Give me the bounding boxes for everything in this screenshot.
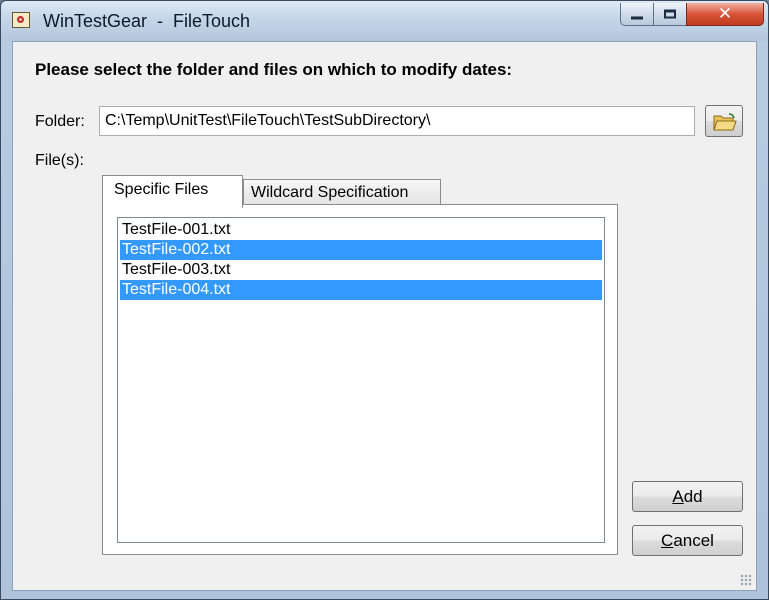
cancel-button[interactable]: Cancel bbox=[632, 525, 743, 556]
window-title: WinTestGear - FileTouch bbox=[43, 11, 251, 31]
tab-wildcard-specification[interactable]: Wildcard Specification bbox=[243, 179, 441, 205]
resize-grip[interactable] bbox=[740, 574, 752, 586]
close-icon: ✕ bbox=[717, 4, 733, 24]
add-button[interactable]: Add bbox=[632, 481, 743, 512]
browse-folder-button[interactable] bbox=[705, 105, 743, 137]
dialog-body: Please select the folder and files on wh… bbox=[12, 41, 757, 591]
minimize-icon bbox=[631, 16, 643, 20]
open-folder-icon bbox=[713, 113, 737, 131]
dialog-heading: Please select the folder and files on wh… bbox=[35, 60, 513, 79]
list-item[interactable]: TestFile-003.txt bbox=[120, 260, 602, 280]
files-label: File(s): bbox=[35, 152, 84, 169]
maximize-icon bbox=[664, 9, 676, 19]
list-item[interactable]: TestFile-001.txt bbox=[120, 220, 602, 240]
file-listbox[interactable]: TestFile-001.txt TestFile-002.txt TestFi… bbox=[117, 217, 605, 543]
maximize-button[interactable] bbox=[653, 3, 687, 26]
app-icon[interactable] bbox=[12, 12, 30, 28]
list-item[interactable]: TestFile-002.txt bbox=[120, 240, 602, 260]
tab-specific-files[interactable]: Specific Files bbox=[102, 175, 243, 208]
folder-label: Folder: bbox=[35, 113, 85, 130]
specific-files-panel: TestFile-001.txt TestFile-002.txt TestFi… bbox=[102, 204, 618, 555]
close-button[interactable]: ✕ bbox=[686, 3, 764, 26]
list-item[interactable]: TestFile-004.txt bbox=[120, 280, 602, 300]
title-bar[interactable]: WinTestGear - FileTouch ✕ bbox=[1, 1, 768, 41]
minimize-button[interactable] bbox=[620, 3, 654, 26]
folder-path-field[interactable]: C:\Temp\UnitTest\FileTouch\TestSubDirect… bbox=[99, 106, 695, 136]
app-window: WinTestGear - FileTouch ✕ Please select … bbox=[0, 0, 769, 600]
